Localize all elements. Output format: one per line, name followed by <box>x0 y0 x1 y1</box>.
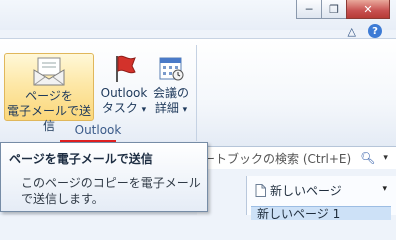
flag-icon <box>116 55 136 82</box>
new-page-label: 新しいページ <box>270 184 342 198</box>
search-icon[interactable]: 🔍︎ <box>354 151 375 165</box>
help-icon[interactable]: ? <box>368 24 382 38</box>
calendar-icon <box>159 57 184 81</box>
group-divider <box>196 45 197 141</box>
send-page-label-1: ページを <box>25 89 73 103</box>
ribbon-controls: △ ? <box>348 24 382 38</box>
chevron-down-icon: ▾ <box>182 105 188 115</box>
window-controls: ─ ❐ ✕ <box>296 0 390 19</box>
meeting-details-label-2: 詳細 ▾ <box>154 101 188 115</box>
new-page-icon <box>255 184 266 197</box>
search-input[interactable]: ートブックの検索 (Ctrl+E) <box>197 150 351 167</box>
notebook-search-box[interactable]: ートブックの検索 (Ctrl+E) 🔍︎ ▾ <box>197 146 396 169</box>
collapse-ribbon-icon[interactable]: △ <box>348 25 356 38</box>
new-page-button[interactable]: 新しいページ <box>255 182 342 199</box>
meeting-details-label-1: 会議の <box>152 86 189 100</box>
ribbon: ページを 電子メールで送信 Outlook タスク ▾ 会議の 詳細 ▾ Out… <box>0 38 396 148</box>
meeting-details-button[interactable]: 会議の 詳細 ▾ <box>150 53 192 118</box>
tooltip-title: ページを電子メールで送信 <box>9 152 153 166</box>
outlook-task-button[interactable]: Outlook タスク ▾ <box>98 53 150 118</box>
envelope-icon <box>33 57 65 86</box>
title-bar: ─ ❐ ✕ <box>0 0 396 30</box>
send-page-email-button[interactable]: ページを 電子メールで送信 <box>4 53 94 133</box>
page-list-item[interactable]: 新しいページ 1 <box>251 206 391 220</box>
chevron-down-icon: ▾ <box>141 105 147 115</box>
chevron-down-icon[interactable]: ▾ <box>377 153 388 163</box>
minimize-button[interactable]: ─ <box>296 0 322 19</box>
outlook-task-label-1: Outlook <box>100 86 148 100</box>
outlook-task-label-2: タスク ▾ <box>101 101 147 115</box>
page-tabs-pane: 新しいページ ▾ 新しいページ 1 <box>246 176 396 220</box>
restore-button[interactable]: ❐ <box>321 0 347 19</box>
ribbon-group-label: Outlook <box>74 123 122 137</box>
close-button[interactable]: ✕ <box>346 0 390 19</box>
tooltip-body: このページのコピーを電子メールで送信します。 <box>21 176 201 206</box>
chevron-down-icon[interactable]: ▾ <box>382 184 387 194</box>
tooltip: ページを電子メールで送信 このページのコピーを電子メールで送信します。 <box>0 142 208 212</box>
